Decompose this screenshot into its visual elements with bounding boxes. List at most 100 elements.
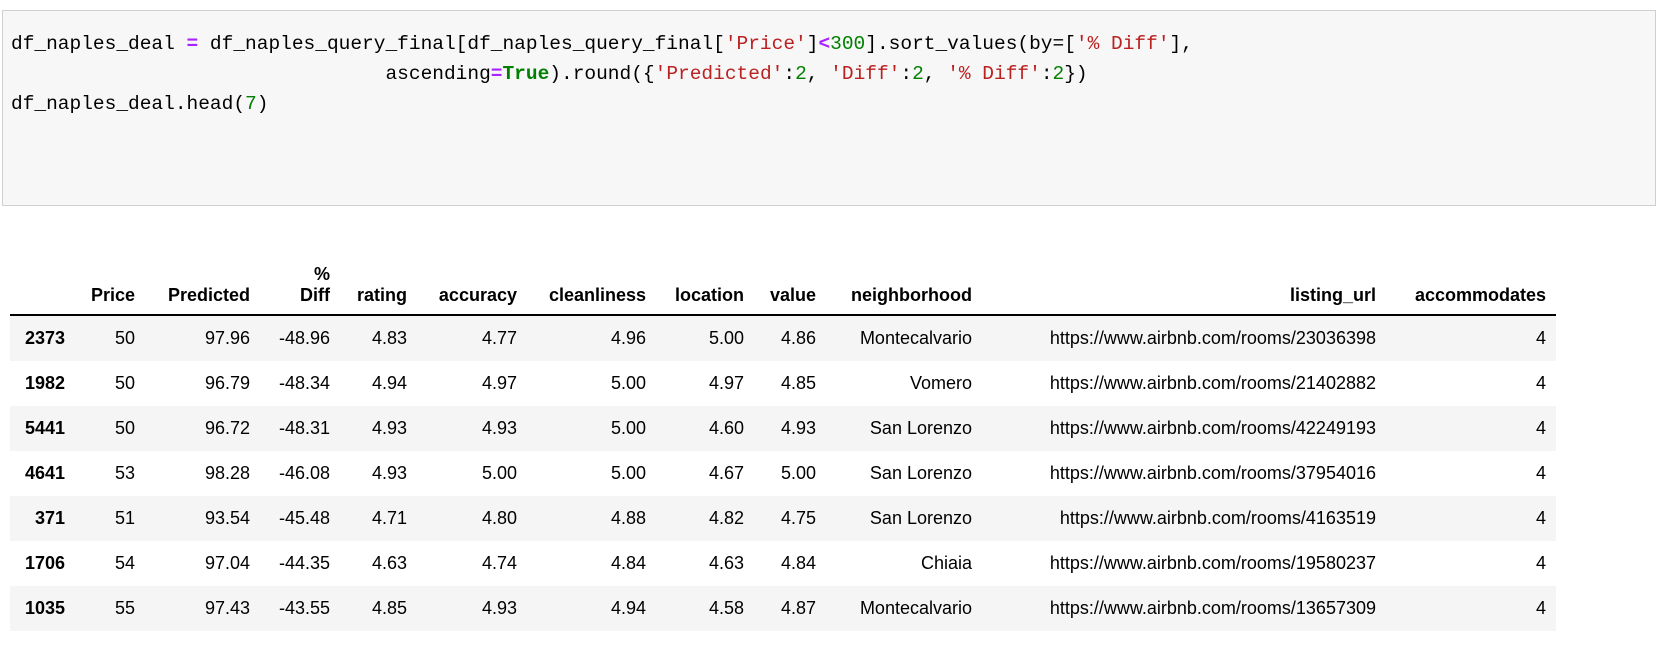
table-cell: https://www.airbnb.com/rooms/23036398 xyxy=(1049,328,1376,348)
table-row: 1706 54 97.04 -44.35 4.63 4.74 4.84 4.63 4.84 Chi… xyxy=(10,541,1556,586)
table-cell: 4.83 xyxy=(371,328,407,348)
column-header: rating xyxy=(340,248,417,316)
table-cell: 4 xyxy=(1535,418,1546,438)
table-cell: 5.00 xyxy=(481,463,517,483)
table-cell: 50 xyxy=(114,328,135,348)
table-cell: 4 xyxy=(1535,598,1546,618)
table-cell: 4.94 xyxy=(610,598,646,618)
table-cell: 4.82 xyxy=(708,508,744,528)
table-cell: 4.97 xyxy=(708,373,744,393)
table-cell: Montecalvario xyxy=(859,328,972,348)
table-cell: 4.93 xyxy=(780,418,816,438)
code-token: ], xyxy=(1169,33,1193,55)
table-cell: 4.77 xyxy=(481,328,517,348)
table-cell: 50 xyxy=(114,418,135,438)
table-cell: 4.60 xyxy=(708,418,744,438)
code-token: True xyxy=(502,63,550,85)
column-header: Price xyxy=(75,248,145,316)
table-cell: 4.86 xyxy=(780,328,816,348)
table-cell: Montecalvario xyxy=(859,598,972,618)
table-cell: 96.72 xyxy=(204,418,250,438)
code-token: 'Diff' xyxy=(830,63,901,85)
table-cell: 4.97 xyxy=(481,373,517,393)
table-row: 4641 53 98.28 -46.08 4.93 5.00 5.00 4.67 5.00 San… xyxy=(10,451,1556,496)
code-token: = xyxy=(490,63,503,85)
column-header: neighborhood xyxy=(826,248,982,316)
row-index: 1982 xyxy=(24,373,65,393)
table-cell: 51 xyxy=(114,508,135,528)
table-cell: https://www.airbnb.com/rooms/21402882 xyxy=(1049,373,1376,393)
table-cell: Vomero xyxy=(909,373,972,393)
table-cell: 4.94 xyxy=(371,373,407,393)
code-token: ] xyxy=(806,33,819,55)
code-token: 'Predicted' xyxy=(654,63,784,85)
code-token: 7 xyxy=(245,93,257,115)
code-token: 2 xyxy=(1052,63,1065,85)
table-cell: 4.63 xyxy=(708,553,744,573)
table-cell: 4.63 xyxy=(371,553,407,573)
table-cell: San Lorenzo xyxy=(869,418,972,438)
table-cell: https://www.airbnb.com/rooms/37954016 xyxy=(1049,463,1376,483)
column-header xyxy=(10,248,75,316)
table-cell: 5.00 xyxy=(708,328,744,348)
table-cell: 4.67 xyxy=(708,463,744,483)
table-cell: 4.74 xyxy=(481,553,517,573)
table-cell: 5.00 xyxy=(610,418,646,438)
code-token: }) xyxy=(1064,63,1088,85)
table-cell: 4 xyxy=(1535,553,1546,573)
table-cell: https://www.airbnb.com/rooms/4163519 xyxy=(1059,508,1376,528)
table-cell: 4.58 xyxy=(708,598,744,618)
code-token: , xyxy=(923,63,948,85)
table-cell: 96.79 xyxy=(204,373,250,393)
code-token: ascending xyxy=(11,63,491,85)
table-cell: https://www.airbnb.com/rooms/19580237 xyxy=(1049,553,1376,573)
table-cell: 4.84 xyxy=(780,553,816,573)
table-header-row: Price Predicted% Diff rating accuracy cleanl… xyxy=(10,248,1556,316)
table-cell: 5.00 xyxy=(780,463,816,483)
table-cell: 97.96 xyxy=(204,328,250,348)
code-token: : xyxy=(1040,63,1053,85)
code-token: ).round({ xyxy=(549,63,655,85)
table-cell: 4 xyxy=(1535,463,1546,483)
code-token: '% Diff' xyxy=(1075,33,1170,55)
code-token: < xyxy=(818,33,831,55)
code-token: df_naples_deal.head( xyxy=(11,93,246,115)
code-editor[interactable]: df_naples_deal = df_naples_query_final[d… xyxy=(11,29,1193,119)
table-cell: 4.93 xyxy=(481,598,517,618)
table-cell: 97.04 xyxy=(204,553,250,573)
row-index: 2373 xyxy=(24,328,65,348)
table-cell: 98.28 xyxy=(204,463,250,483)
table-cell: 4.80 xyxy=(481,508,517,528)
table-cell: 4 xyxy=(1535,508,1546,528)
column-header: value xyxy=(754,248,826,316)
table-cell: 4.87 xyxy=(780,598,816,618)
column-header: % Diff xyxy=(260,248,340,316)
table-cell: 4.84 xyxy=(610,553,646,573)
table-cell: 4.75 xyxy=(780,508,816,528)
table-cell: -45.48 xyxy=(278,508,330,528)
table-cell: 93.54 xyxy=(204,508,250,528)
column-header: listing_url xyxy=(982,248,1386,316)
code-token: df_naples_query_final[df_naples_query_fi… xyxy=(198,33,725,55)
column-header: Predicted xyxy=(145,248,260,316)
table-cell: https://www.airbnb.com/rooms/13657309 xyxy=(1049,598,1376,618)
table-cell: 55 xyxy=(114,598,135,618)
table-cell: San Lorenzo xyxy=(869,508,972,528)
table-cell: -46.08 xyxy=(278,463,330,483)
table-cell: 5.00 xyxy=(610,373,646,393)
table-cell: 4.85 xyxy=(780,373,816,393)
table-cell: 97.43 xyxy=(204,598,250,618)
code-token: ].sort_values(by=[ xyxy=(865,33,1076,55)
table-cell: 4 xyxy=(1535,373,1546,393)
column-header: location xyxy=(656,248,754,316)
table-row: 1982 50 96.79 -48.34 4.94 4.97 5.00 4.97 4.85 Vom… xyxy=(10,361,1556,406)
code-token: 300 xyxy=(830,33,866,55)
column-header: cleanliness xyxy=(527,248,656,316)
table-cell: 54 xyxy=(114,553,135,573)
table-cell: -44.35 xyxy=(278,553,330,573)
code-cell[interactable]: df_naples_deal = df_naples_query_final[d… xyxy=(2,10,1656,206)
code-token: 2 xyxy=(912,63,924,85)
column-header: accuracy xyxy=(417,248,527,316)
table-cell: 5.00 xyxy=(610,463,646,483)
table-cell: -48.31 xyxy=(278,418,330,438)
